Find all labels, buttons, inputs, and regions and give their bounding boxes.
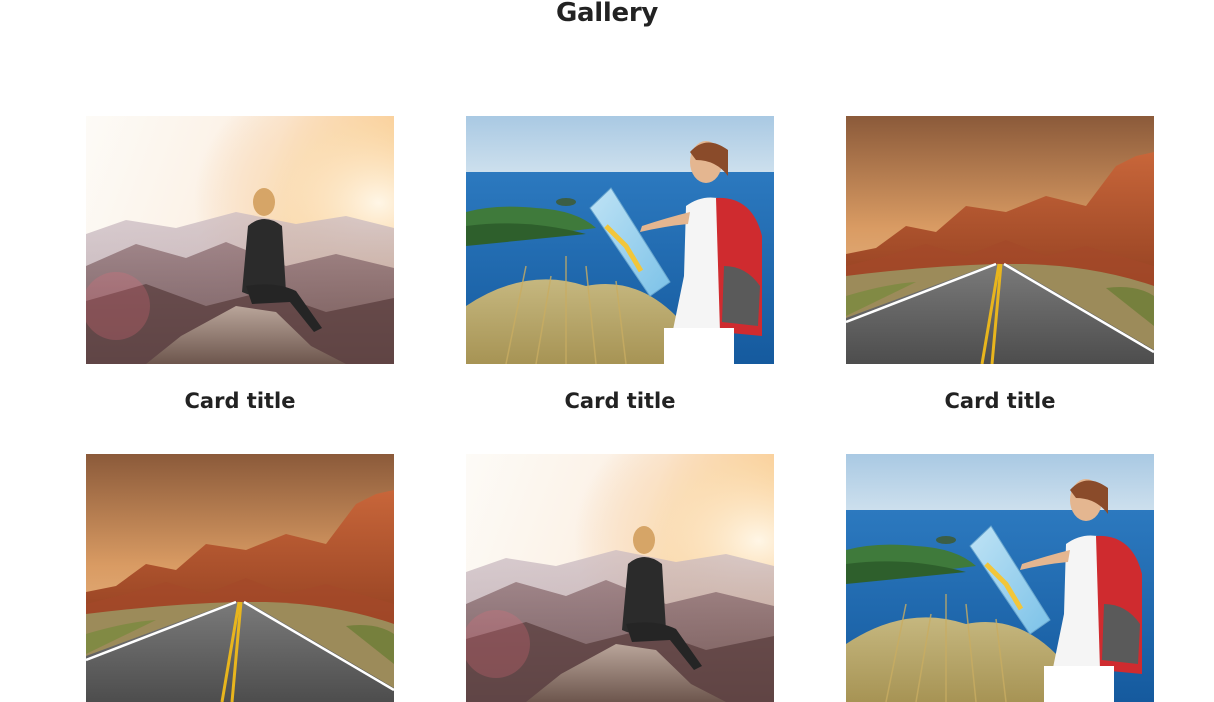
gallery-card[interactable]: Card title bbox=[846, 116, 1154, 415]
card-image[interactable] bbox=[846, 454, 1154, 702]
card-image[interactable] bbox=[846, 116, 1154, 364]
card-image[interactable] bbox=[466, 454, 774, 702]
card-title: Card title bbox=[944, 389, 1056, 413]
card-image[interactable] bbox=[86, 454, 394, 702]
gallery-card[interactable] bbox=[86, 454, 394, 702]
gallery-card[interactable]: Card title bbox=[466, 116, 774, 415]
gallery-card[interactable] bbox=[466, 454, 774, 702]
card-image[interactable] bbox=[86, 116, 394, 364]
card-title: Card title bbox=[184, 389, 296, 413]
gallery-card[interactable] bbox=[846, 454, 1154, 702]
gallery-card[interactable]: Card title bbox=[86, 116, 394, 415]
card-title: Card title bbox=[564, 389, 676, 413]
card-image[interactable] bbox=[466, 116, 774, 364]
page-title: Gallery bbox=[555, 0, 658, 28]
